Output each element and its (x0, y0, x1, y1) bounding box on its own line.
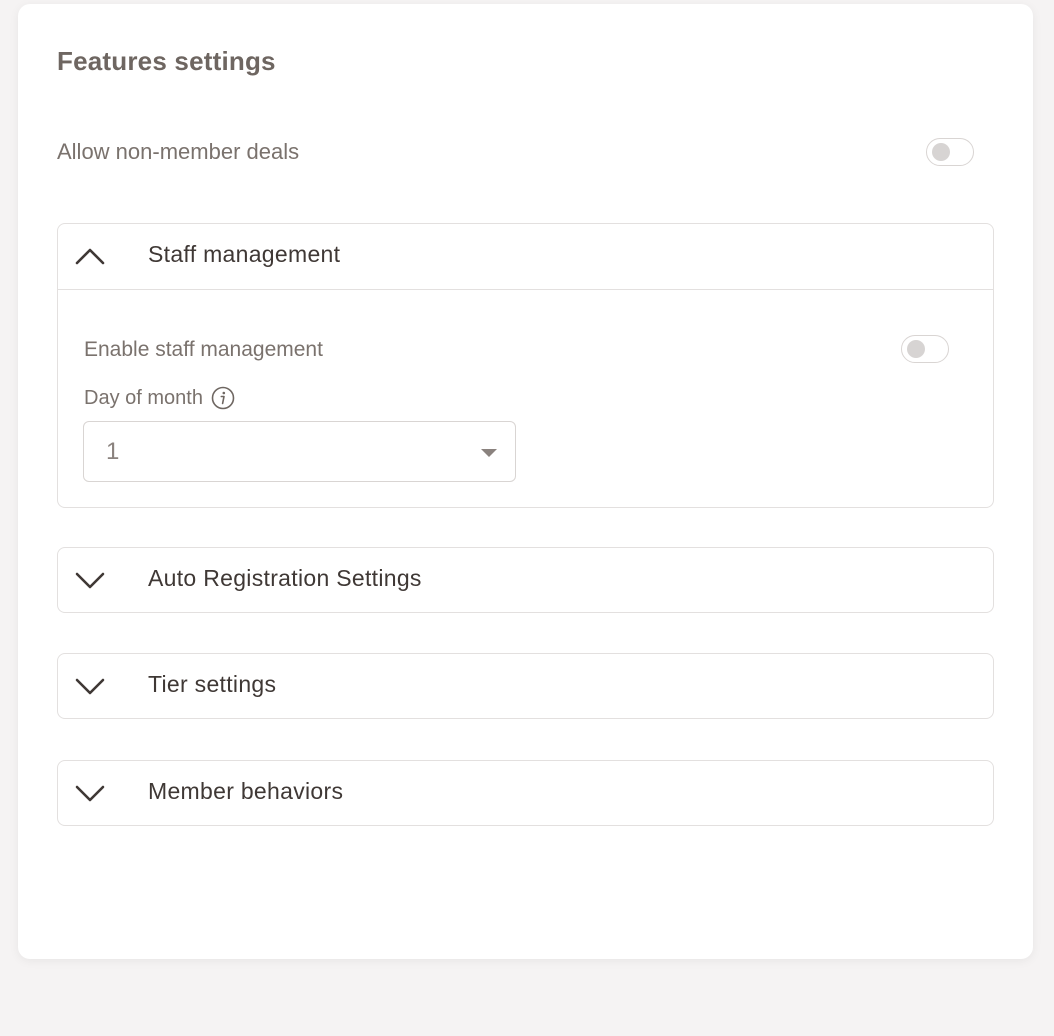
chevron-down-icon (75, 785, 105, 802)
features-settings-card: Features settings Allow non-member deals… (18, 4, 1033, 959)
tier-settings-title: Tier settings (148, 671, 277, 697)
auto-registration-title: Auto Registration Settings (148, 565, 422, 591)
enable-staff-management-toggle[interactable] (901, 335, 949, 363)
enable-staff-management-label: Enable staff management (84, 338, 323, 361)
chevron-down-icon (75, 678, 105, 695)
staff-management-header[interactable]: Staff management (58, 224, 993, 290)
staff-management-accordion: Staff management Enable staff management… (57, 223, 994, 508)
staff-management-title: Staff management (148, 241, 341, 267)
day-of-month-label: Day of month (84, 386, 203, 409)
day-of-month-label-row: Day of month (84, 386, 235, 410)
non-member-deals-toggle[interactable] (926, 138, 974, 166)
caret-down-icon (481, 449, 497, 457)
tier-settings-header[interactable]: Tier settings (58, 654, 993, 718)
non-member-deals-label: Allow non-member deals (57, 139, 300, 164)
staff-management-body: Enable staff management Day of month 1 (58, 290, 993, 508)
day-of-month-select[interactable]: 1 (83, 421, 516, 482)
info-icon[interactable] (211, 386, 235, 410)
chevron-down-icon (75, 572, 105, 589)
member-behaviors-accordion: Member behaviors (57, 760, 994, 826)
chevron-up-icon (75, 248, 105, 265)
auto-registration-header[interactable]: Auto Registration Settings (58, 548, 993, 612)
member-behaviors-title: Member behaviors (148, 778, 344, 804)
toggle-knob (932, 143, 950, 161)
toggle-knob (907, 340, 925, 358)
auto-registration-accordion: Auto Registration Settings (57, 547, 994, 613)
tier-settings-accordion: Tier settings (57, 653, 994, 719)
member-behaviors-header[interactable]: Member behaviors (58, 761, 993, 825)
page-title: Features settings (57, 46, 276, 76)
day-of-month-value: 1 (106, 438, 120, 465)
